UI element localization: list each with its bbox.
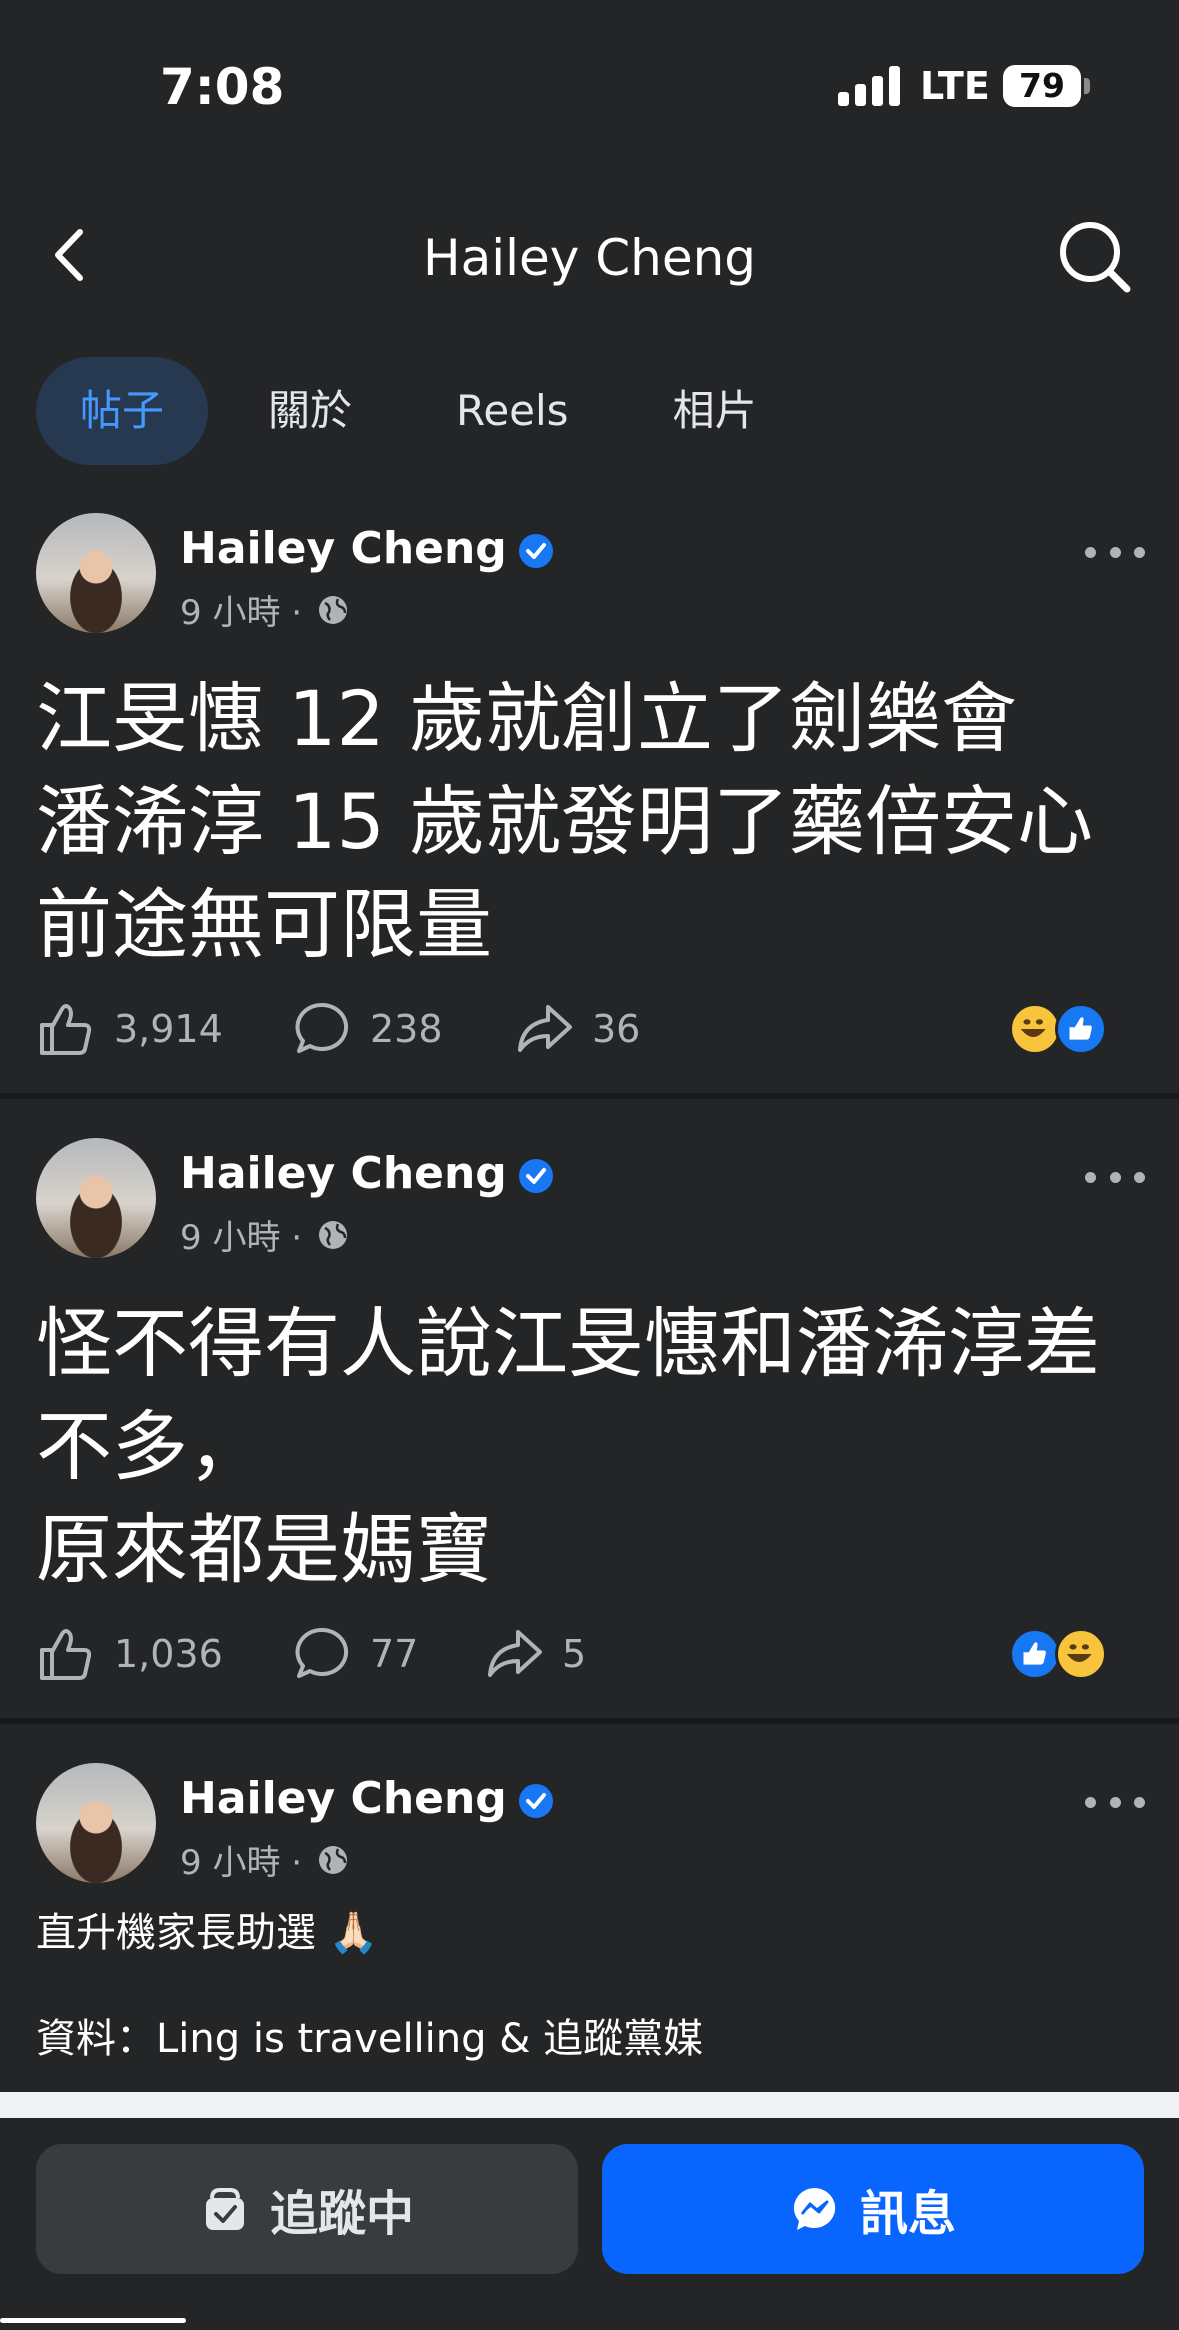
post-actions: 1,036 77 5 xyxy=(36,1624,1143,1684)
like-button[interactable]: 3,914 xyxy=(36,999,292,1059)
post-time: 9 小時 · xyxy=(180,1218,303,1258)
status-time: 7:08 xyxy=(160,58,285,116)
signal-icon xyxy=(838,66,900,106)
page-header: Hailey Cheng xyxy=(0,195,1179,315)
like-count: 1,036 xyxy=(114,1632,223,1676)
tab-reels[interactable]: Reels xyxy=(412,357,613,465)
more-options-button[interactable] xyxy=(1085,537,1145,567)
network-type: LTE xyxy=(920,64,990,108)
search-icon xyxy=(1060,222,1131,293)
globe-icon xyxy=(319,1220,348,1249)
messenger-icon xyxy=(793,2188,836,2230)
globe-icon xyxy=(319,1845,348,1874)
following-check-icon xyxy=(205,2188,244,2230)
post-time: 9 小時 · xyxy=(180,1843,303,1883)
post-image-preview[interactable] xyxy=(0,2092,1179,2120)
like-reaction-icon xyxy=(1009,1628,1061,1680)
tab-about[interactable]: 關於 xyxy=(224,357,396,465)
post-meta: 9 小時 · xyxy=(180,1835,350,1884)
post-meta: 9 小時 · xyxy=(180,1210,350,1259)
tab-posts[interactable]: 帖子 xyxy=(36,357,209,465)
post-actions: 3,914 238 36 xyxy=(36,999,1143,1059)
comment-count: 238 xyxy=(370,1007,443,1051)
share-count: 36 xyxy=(592,1007,641,1051)
author-name: Hailey Cheng xyxy=(180,1148,507,1199)
share-icon xyxy=(488,1630,542,1677)
comment-count: 77 xyxy=(370,1632,419,1676)
message-button[interactable]: 訊息 xyxy=(602,2144,1144,2274)
post-divider xyxy=(0,1093,1179,1099)
reaction-summary[interactable] xyxy=(1009,1628,1107,1680)
profile-tabs: 帖子 關於 Reels 相片 xyxy=(36,357,817,465)
post-meta: 9 小時 · xyxy=(180,585,350,634)
verified-badge-icon xyxy=(518,1784,553,1818)
avatar[interactable] xyxy=(36,513,156,633)
avatar[interactable] xyxy=(36,1763,156,1883)
post-author[interactable]: Hailey Cheng xyxy=(180,523,555,574)
home-indicator xyxy=(0,2318,186,2323)
post-author[interactable]: Hailey Cheng xyxy=(180,1148,555,1199)
author-name: Hailey Cheng xyxy=(180,523,507,574)
comment-button[interactable]: 238 xyxy=(292,999,514,1059)
comment-icon xyxy=(295,1002,349,1053)
post-card: Hailey Cheng 9 小時 · 江旻憓 12 歲就創立了劍樂會 潘浠淳 … xyxy=(0,505,1179,1095)
message-label: 訊息 xyxy=(859,2186,956,2242)
share-icon xyxy=(518,1005,572,1052)
share-button[interactable]: 36 xyxy=(514,999,640,1059)
following-label: 追蹤中 xyxy=(269,2186,414,2242)
battery-cap xyxy=(1084,78,1090,94)
status-bar: 7:08 LTE 79 xyxy=(0,0,1179,170)
post-source-text: 資料：Ling is travelling & 追蹤黨媒 xyxy=(36,2016,704,2062)
share-count: 5 xyxy=(562,1632,587,1676)
avatar[interactable] xyxy=(36,1138,156,1258)
like-count: 3,914 xyxy=(114,1007,223,1051)
profile-action-bar: 追蹤中 訊息 xyxy=(0,2118,1179,2330)
battery-icon: 79 xyxy=(1003,65,1081,107)
share-button[interactable]: 5 xyxy=(484,1624,586,1684)
thumbs-up-icon xyxy=(40,1629,92,1680)
more-options-button[interactable] xyxy=(1085,1162,1145,1192)
like-reaction-icon xyxy=(1055,1003,1107,1055)
post-time: 9 小時 · xyxy=(180,593,303,633)
post-text: 直升機家長助選 🙏🏻 xyxy=(36,1910,379,1956)
haha-reaction-icon xyxy=(1055,1628,1107,1680)
post-card: Hailey Cheng 9 小時 · 怪不得有人說江旻憓和潘浠淳差不多， 原來… xyxy=(0,1130,1179,1720)
post-author[interactable]: Hailey Cheng xyxy=(180,1773,555,1824)
like-button[interactable]: 1,036 xyxy=(36,1624,292,1684)
tab-photos[interactable]: 相片 xyxy=(629,357,801,465)
page-title: Hailey Cheng xyxy=(422,229,757,287)
author-name: Hailey Cheng xyxy=(180,1773,507,1824)
verified-badge-icon xyxy=(518,534,553,568)
more-options-button[interactable] xyxy=(1085,1787,1145,1817)
haha-reaction-icon xyxy=(1009,1003,1061,1055)
post-divider xyxy=(0,1718,1179,1724)
comment-button[interactable]: 77 xyxy=(292,1624,484,1684)
comment-icon xyxy=(295,1627,349,1678)
verified-badge-icon xyxy=(518,1159,553,1193)
thumbs-up-icon xyxy=(40,1004,92,1055)
post-card: Hailey Cheng 9 小時 · 直升機家長助選 🙏🏻 資料：Ling i… xyxy=(0,1755,1179,2095)
search-button[interactable] xyxy=(1055,217,1135,297)
globe-icon xyxy=(319,595,348,624)
post-text: 江旻憓 12 歲就創立了劍樂會 潘浠淳 15 歲就發明了藥倍安心 前途無可限量 xyxy=(36,674,1094,969)
reaction-summary[interactable] xyxy=(1009,1003,1107,1055)
following-button[interactable]: 追蹤中 xyxy=(36,2144,578,2274)
post-text: 怪不得有人說江旻憓和潘浠淳差不多， 原來都是媽寶 xyxy=(36,1299,1100,1594)
